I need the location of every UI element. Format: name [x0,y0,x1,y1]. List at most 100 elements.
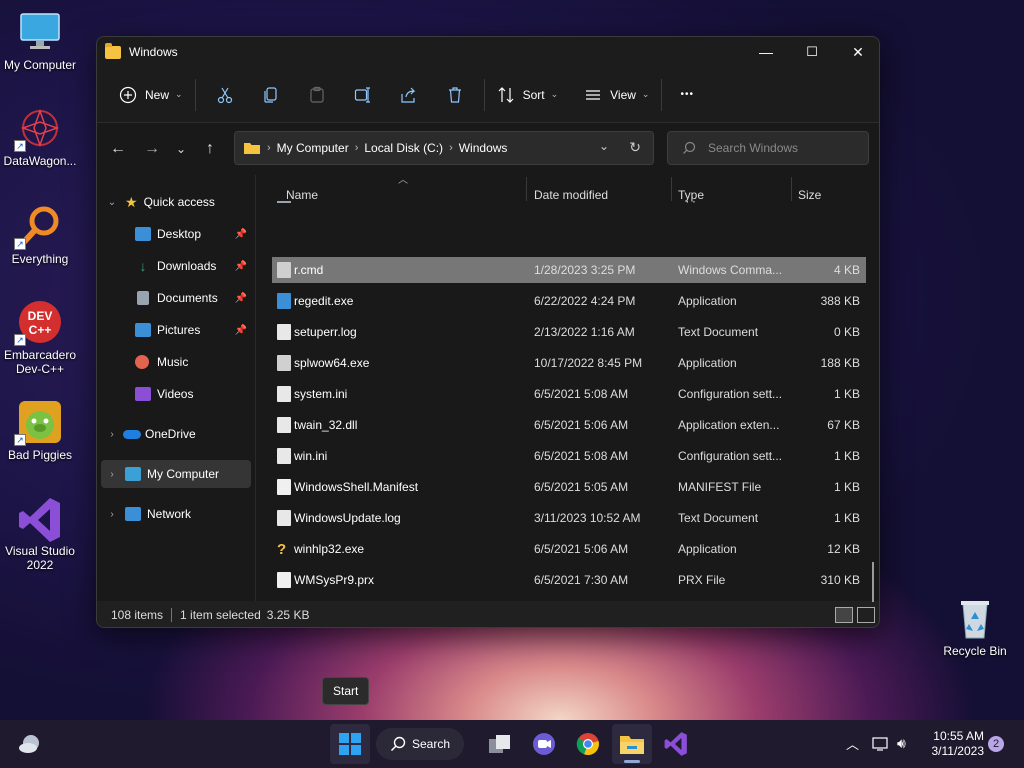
back-arrow-icon[interactable]: ← [101,132,135,166]
search-input[interactable]: Search Windows [667,131,869,165]
sidebar-item-documents[interactable]: Documents 📌 [97,284,253,312]
desktop-icon-recycle-bin[interactable]: Recycle Bin [935,596,1015,658]
table-row[interactable]: win.ini 6/5/2021 5:08 AM Configuration set… [272,443,866,469]
table-row[interactable]: setuperr.log 2/13/2022 1:16 AM Text Docume… [272,319,866,345]
file-name: splwow64.exe [294,356,370,370]
view-button[interactable]: View ⌄ [578,77,655,113]
chrome-button[interactable] [568,724,608,764]
table-row[interactable]: WindowsUpdate.log 3/11/2023 10:52 AM Text … [272,505,866,531]
column-header-size[interactable]: Size [798,188,821,202]
desktop-icon-label: My Computer [3,58,77,72]
breadcrumb-windows[interactable]: Windows [459,141,508,155]
desktop-icon-label: Bad Piggies [7,448,73,462]
sidebar-item-music[interactable]: Music [97,348,253,376]
desktop-icon-devcpp[interactable]: DEV C++ ↗ Embarcadero Dev-C++ [0,300,80,376]
new-button[interactable]: New ⌄ [113,77,189,113]
sidebar-item-onedrive[interactable]: › OneDrive [97,420,253,448]
sidebar-item-pictures[interactable]: Pictures 📌 [97,316,253,344]
column-divider[interactable] [791,177,792,201]
address-bar[interactable]: › My Computer › Local Disk (C:) › Window… [234,131,654,165]
task-view-button[interactable] [480,724,520,764]
sidebar-item-network[interactable]: › Network [97,500,253,528]
sidebar-item-my-computer[interactable]: › My Computer [101,460,251,488]
notification-badge[interactable]: 2 [988,736,1004,752]
view-icon [586,89,601,100]
breadcrumb-separator: › [354,142,359,154]
up-arrow-icon[interactable]: ↑ [193,132,227,166]
column-header-date[interactable]: Date modified [534,188,608,202]
pin-icon[interactable]: 📌 [235,293,247,304]
selection-size: 3.25 KB [266,608,310,622]
sidebar-item-label: Network [147,507,192,521]
cut-button[interactable] [209,79,241,111]
table-row[interactable]: system.ini 6/5/2021 5:08 AM Configuration … [272,381,866,407]
network-tray-icon[interactable] [872,736,890,755]
file-date: 2/13/2022 1:16 AM [534,325,635,339]
desktop-icon-bad-piggies[interactable]: ↗ Bad Piggies [0,400,80,462]
more-options-button[interactable]: ••• [674,77,700,113]
teams-button[interactable] [524,724,564,764]
paste-button[interactable] [301,79,333,111]
table-row[interactable]: r.cmd 1/28/2023 3:25 PM Windows Comma... 4 … [272,257,866,283]
large-icons-view-icon[interactable] [857,607,875,623]
column-divider[interactable] [526,177,527,201]
table-row[interactable]: splwow64.exe 10/17/2022 8:45 PM Applicatio… [272,350,866,376]
breadcrumb-local-disk[interactable]: Local Disk (C:) [364,141,443,155]
folder-icon [105,42,121,59]
delete-button[interactable] [439,79,471,111]
pin-icon[interactable]: 📌 [235,325,247,336]
file-explorer-button[interactable] [612,724,652,764]
volume-icon[interactable]: 🔊︎ [897,735,906,752]
shortcut-arrow-icon: ↗ [14,238,26,250]
close-button[interactable]: ✕ [835,37,879,67]
file-date: 10/17/2022 8:45 PM [534,356,643,370]
refresh-icon[interactable]: ↻ [629,139,641,156]
details-view-icon[interactable] [835,607,853,623]
column-header-name[interactable]: Name [286,188,318,202]
sidebar-item-quick-access[interactable]: ⌄ ★ Quick access [97,188,253,216]
share-button[interactable] [393,79,425,111]
file-type: Configuration sett... [678,387,783,401]
folder-icon [244,143,260,154]
table-row[interactable]: WMSysPr9.prx 6/5/2021 7:30 AM PRX File 310 … [272,567,866,593]
sort-button[interactable]: Sort ⌄ [491,77,565,113]
pin-icon[interactable]: 📌 [235,229,247,240]
shortcut-arrow-icon: ↗ [14,434,26,446]
address-history-chevron-icon[interactable]: ⌄ [599,139,609,153]
file-name: winhlp32.exe [294,542,365,556]
minimize-button[interactable]: — [743,37,789,67]
sidebar-item-desktop[interactable]: Desktop 📌 [97,220,253,248]
forward-arrow-icon[interactable]: → [135,132,169,166]
sort-label: Sort [522,87,545,102]
recent-locations-chevron-icon[interactable]: ⌄ [169,132,193,166]
visual-studio-button[interactable] [656,724,696,764]
column-header-type[interactable]: Type [678,188,704,202]
network-icon [125,507,141,521]
desktop-icon-visual-studio[interactable]: Visual Studio 2022 [0,496,80,572]
shortcut-arrow-icon: ↗ [14,334,26,346]
column-divider[interactable] [671,177,672,201]
table-row[interactable]: twain_32.dll 6/5/2021 5:06 AM Application … [272,412,866,438]
file-name: WindowsShell.Manifest [294,480,419,494]
table-row[interactable]: WindowsShell.Manifest 6/5/2021 5:05 AM MAN… [272,474,866,500]
sidebar-item-videos[interactable]: Videos [97,380,253,408]
start-button[interactable] [330,724,370,764]
desktop-icon-datawagon[interactable]: ↗ DataWagon... [0,106,80,168]
file-type: Application exten... [678,418,780,432]
pin-icon[interactable]: 📌 [235,261,247,272]
sidebar-item-downloads[interactable]: ↓ Downloads 📌 [97,252,253,280]
breadcrumb-my-computer[interactable]: My Computer [277,141,349,155]
show-hidden-icons-chevron-icon[interactable]: ︿ [846,734,859,753]
copy-button[interactable] [255,79,287,111]
chevron-right-icon: › [110,428,114,440]
weather-widget[interactable] [10,724,50,764]
clock[interactable]: 10:55 AM 3/11/2023 [928,729,985,759]
vertical-scrollbar[interactable] [872,562,874,602]
rename-button[interactable] [347,79,379,111]
desktop-icon-my-computer[interactable]: My Computer [0,10,80,72]
maximize-button[interactable]: ☐ [789,37,835,67]
search-button[interactable]: Search [376,728,464,760]
table-row[interactable]: ? winhlp32.exe 6/5/2021 5:06 AM Application… [272,536,866,562]
table-row[interactable]: regedit.exe 6/22/2022 4:24 PM Application 3… [272,288,866,314]
desktop-icon-everything[interactable]: ↗ Everything [0,204,80,266]
